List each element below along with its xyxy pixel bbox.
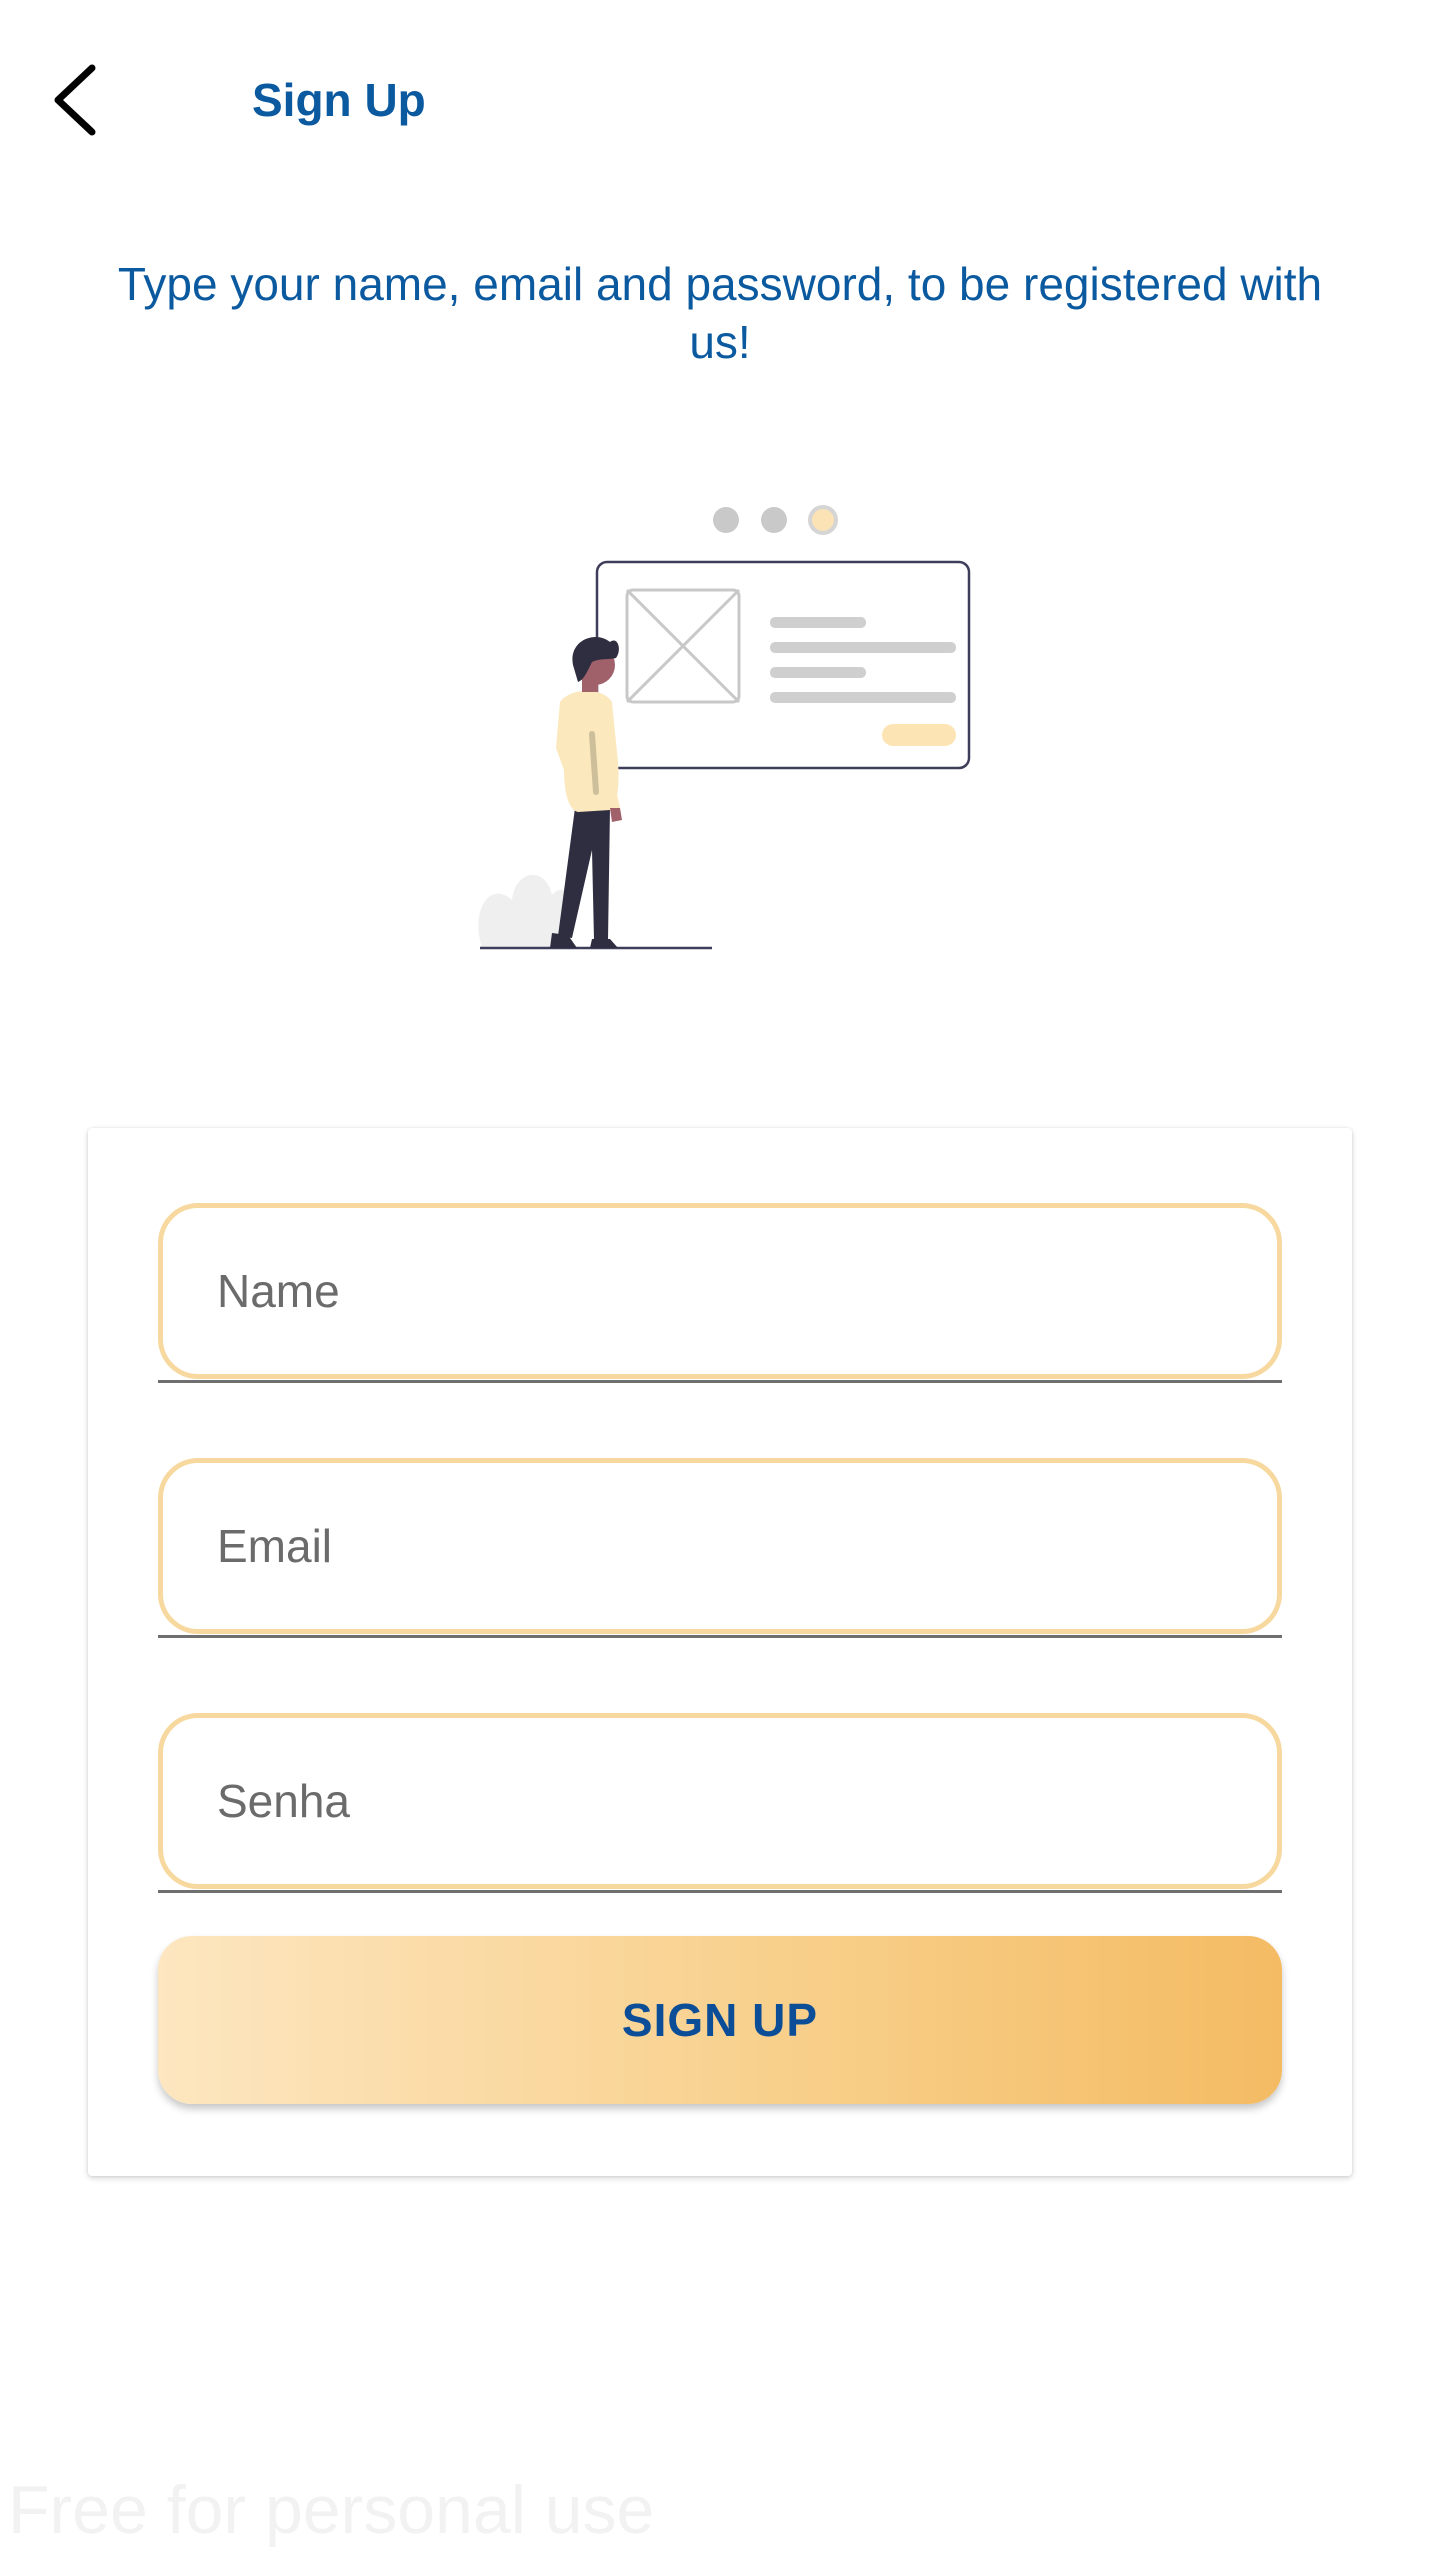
email-field[interactable] — [158, 1458, 1282, 1634]
text-line — [770, 667, 866, 678]
dot-1 — [713, 507, 739, 533]
chevron-left-icon — [54, 64, 96, 136]
name-field[interactable] — [158, 1203, 1282, 1379]
signup-illustration — [460, 490, 980, 960]
name-field-wrapper — [158, 1203, 1282, 1383]
sign-up-button[interactable]: SIGN UP — [158, 1936, 1282, 2104]
signup-form-card: SIGN UP — [88, 1128, 1352, 2176]
email-field-wrapper — [158, 1458, 1282, 1638]
dot-3 — [808, 505, 838, 535]
cta-placeholder — [882, 724, 956, 746]
top-app-bar: Sign Up — [0, 0, 1440, 200]
text-line — [770, 692, 956, 703]
shoe — [590, 939, 618, 948]
person-legs — [558, 808, 610, 940]
shoe — [550, 933, 577, 948]
intro-text: Type your name, email and password, to b… — [117, 258, 1323, 368]
text-line — [770, 642, 956, 653]
dot-2 — [761, 507, 787, 533]
password-field-wrapper — [158, 1713, 1282, 1893]
password-field[interactable] — [158, 1713, 1282, 1889]
watermark-text: Free for personal use — [8, 2472, 655, 2548]
back-button[interactable] — [40, 50, 120, 150]
person-with-webpage-illustration — [478, 505, 971, 950]
text-line — [770, 617, 866, 628]
page-title: Sign Up — [252, 74, 426, 126]
